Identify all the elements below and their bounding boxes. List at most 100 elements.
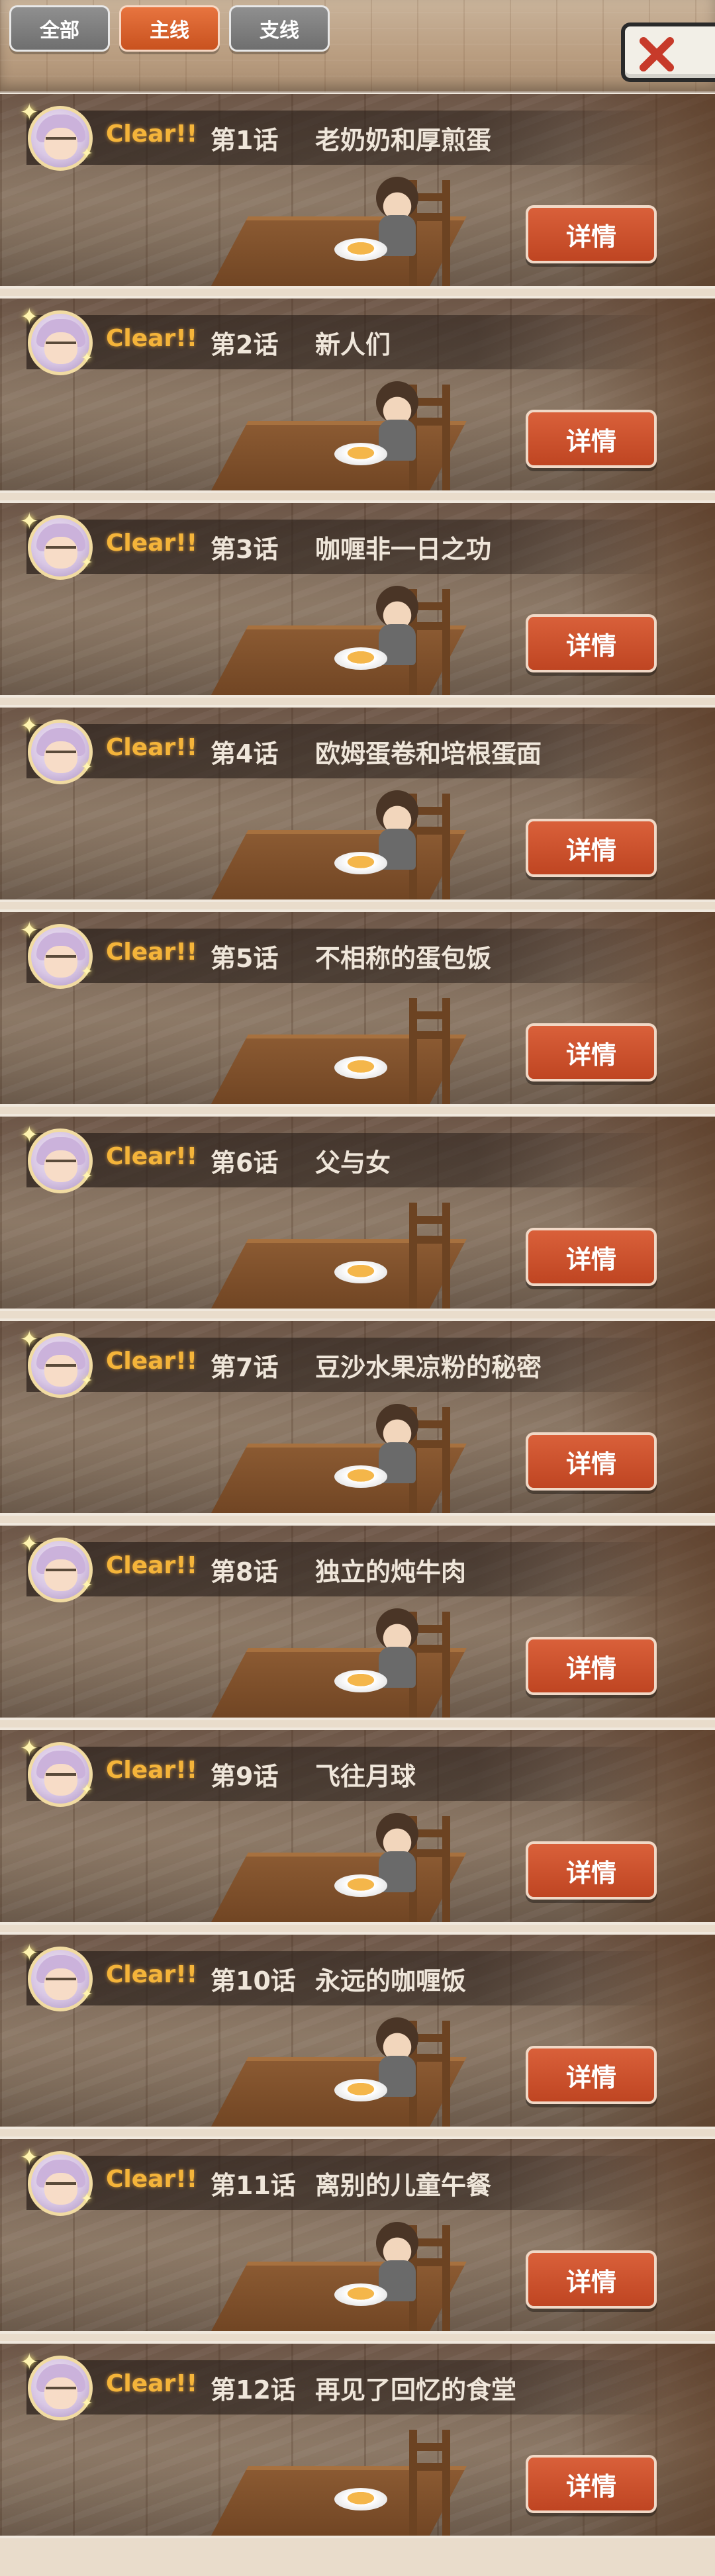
episode-card: ✦ ✦ Clear!! 第6话 父与女 详情: [0, 1117, 715, 1309]
sparkle-icon: ✦: [20, 99, 39, 126]
episode-list: ✦ ✦ Clear!! 第1话 老奶奶和厚煎蛋 详情 ✦ ✦ Clear!! 第…: [0, 94, 715, 2548]
details-button[interactable]: 详情: [526, 1841, 657, 1900]
dish-illustration: [334, 1261, 387, 1283]
sparkle-icon: ✦: [20, 1735, 39, 1762]
clear-badge: Clear!!: [106, 2370, 198, 2397]
sparkle-icon: ✦: [81, 964, 93, 980]
clear-badge: Clear!!: [106, 1143, 198, 1170]
details-button[interactable]: 详情: [526, 2046, 657, 2104]
clear-badge: Clear!!: [106, 939, 198, 966]
sparkle-icon: ✦: [20, 1122, 39, 1148]
dish-illustration: [334, 852, 387, 874]
episode-title: 新人们: [315, 330, 391, 359]
episode-card: ✦ ✦ Clear!! 第1话 老奶奶和厚煎蛋 详情: [0, 94, 715, 286]
clear-badge: Clear!!: [106, 1757, 198, 1784]
details-button[interactable]: 详情: [526, 205, 657, 263]
chair-illustration: [409, 2430, 450, 2536]
details-button[interactable]: 详情: [526, 1637, 657, 1695]
episode-number: 第9话: [211, 1762, 279, 1791]
clear-badge: Clear!!: [106, 325, 198, 352]
sparkle-icon: ✦: [81, 1168, 93, 1185]
episode-title: 再见了回忆的食堂: [315, 2375, 517, 2405]
episode-number: 第2话: [211, 330, 279, 359]
sparkle-icon: ✦: [20, 304, 39, 330]
dish-illustration: [334, 2488, 387, 2510]
details-button[interactable]: 详情: [526, 2455, 657, 2513]
dish-illustration: [334, 2283, 387, 2306]
top-bar: 全部 主线 支线: [0, 0, 715, 93]
sparkle-icon: ✦: [81, 1782, 93, 1798]
tab-bar: 全部 主线 支线: [9, 5, 330, 52]
details-button[interactable]: 详情: [526, 1228, 657, 1286]
sparkle-icon: ✦: [20, 2144, 39, 2171]
sparkle-icon: ✦: [20, 1940, 39, 1966]
dish-illustration: [334, 1670, 387, 1692]
episode-card: ✦ ✦ Clear!! 第3话 咖喱非一日之功 详情: [0, 503, 715, 695]
sparkle-icon: ✦: [20, 1326, 39, 1353]
chair-illustration: [409, 1203, 450, 1309]
clear-badge: Clear!!: [106, 120, 198, 148]
clear-badge: Clear!!: [106, 734, 198, 761]
episode-number: 第10话: [211, 1966, 296, 1996]
clear-badge: Clear!!: [106, 1552, 198, 1579]
details-button[interactable]: 详情: [526, 410, 657, 468]
episode-title: 欧姆蛋卷和培根蛋面: [315, 739, 542, 768]
episode-number: 第6话: [211, 1148, 279, 1177]
tab-all[interactable]: 全部: [9, 5, 110, 52]
episode-title: 父与女: [315, 1148, 391, 1177]
episode-card: ✦ ✦ Clear!! 第10话 永远的咖喱饭 详情: [0, 1935, 715, 2127]
clear-badge: Clear!!: [106, 2166, 198, 2193]
sparkle-icon: ✦: [81, 1373, 93, 1389]
details-button[interactable]: 详情: [526, 1023, 657, 1081]
episode-title: 飞往月球: [315, 1762, 416, 1791]
episode-card: ✦ ✦ Clear!! 第7话 豆沙水果凉粉的秘密 详情: [0, 1321, 715, 1513]
details-button[interactable]: 详情: [526, 614, 657, 672]
episode-title: 离别的儿童午餐: [315, 2171, 492, 2200]
episode-card: ✦ ✦ Clear!! 第9话 飞往月球 详情: [0, 1730, 715, 1922]
episode-card: ✦ ✦ Clear!! 第2话 新人们 详情: [0, 299, 715, 490]
episode-number: 第11话: [211, 2171, 296, 2200]
close-button[interactable]: [621, 23, 715, 82]
tab-side-story[interactable]: 支线: [229, 5, 330, 52]
episode-card: ✦ ✦ Clear!! 第4话 欧姆蛋卷和培根蛋面 详情: [0, 708, 715, 899]
clear-badge: Clear!!: [106, 529, 198, 557]
episode-number: 第5话: [211, 944, 279, 973]
sparkle-icon: ✦: [81, 759, 93, 776]
dish-illustration: [334, 1056, 387, 1079]
episode-title: 老奶奶和厚煎蛋: [315, 126, 492, 155]
sparkle-icon: ✦: [20, 1531, 39, 1557]
sparkle-icon: ✦: [81, 2191, 93, 2207]
details-button[interactable]: 详情: [526, 1432, 657, 1491]
episode-card: ✦ ✦ Clear!! 第12话 再见了回忆的食堂 详情: [0, 2344, 715, 2536]
dish-illustration: [334, 647, 387, 670]
sparkle-icon: ✦: [81, 1577, 93, 1594]
episode-title: 豆沙水果凉粉的秘密: [315, 1353, 542, 1382]
dish-illustration: [334, 443, 387, 465]
episode-title: 不相称的蛋包饭: [315, 944, 492, 973]
sparkle-icon: ✦: [20, 713, 39, 739]
episode-card: ✦ ✦ Clear!! 第8话 独立的炖牛肉 详情: [0, 1526, 715, 1718]
tab-main-story[interactable]: 主线: [119, 5, 220, 52]
details-button[interactable]: 详情: [526, 819, 657, 877]
details-button[interactable]: 详情: [526, 2250, 657, 2309]
episode-number: 第1话: [211, 126, 279, 155]
clear-badge: Clear!!: [106, 1961, 198, 1988]
sparkle-icon: ✦: [20, 917, 39, 944]
episode-title: 咖喱非一日之功: [315, 535, 492, 564]
episode-number: 第12话: [211, 2375, 296, 2405]
dish-illustration: [334, 2079, 387, 2101]
dish-illustration: [334, 1465, 387, 1488]
dish-illustration: [334, 1874, 387, 1897]
episode-number: 第4话: [211, 739, 279, 768]
episode-card: ✦ ✦ Clear!! 第5话 不相称的蛋包饭 详情: [0, 912, 715, 1104]
episode-card: ✦ ✦ Clear!! 第11话 离别的儿童午餐 详情: [0, 2139, 715, 2331]
sparkle-icon: ✦: [81, 350, 93, 367]
episode-title: 独立的炖牛肉: [315, 1557, 467, 1587]
episode-number: 第7话: [211, 1353, 279, 1382]
sparkle-icon: ✦: [81, 146, 93, 162]
chair-illustration: [409, 998, 450, 1104]
episode-number: 第3话: [211, 535, 279, 564]
episode-number: 第8话: [211, 1557, 279, 1587]
close-icon: [640, 37, 674, 71]
sparkle-icon: ✦: [81, 1986, 93, 2003]
